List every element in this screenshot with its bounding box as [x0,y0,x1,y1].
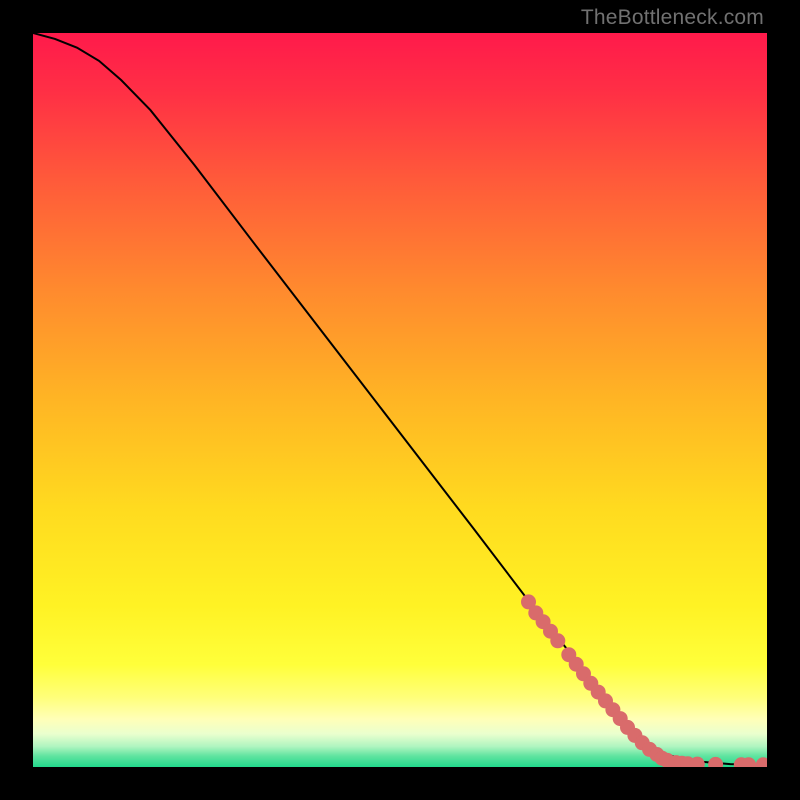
points-layer [33,33,767,767]
data-point [756,757,767,767]
data-point [708,757,723,767]
watermark-text: TheBottleneck.com [581,6,764,30]
highlighted-points [521,594,767,767]
plot-area [33,33,767,767]
chart-frame: TheBottleneck.com [0,0,800,800]
data-point [550,633,565,648]
